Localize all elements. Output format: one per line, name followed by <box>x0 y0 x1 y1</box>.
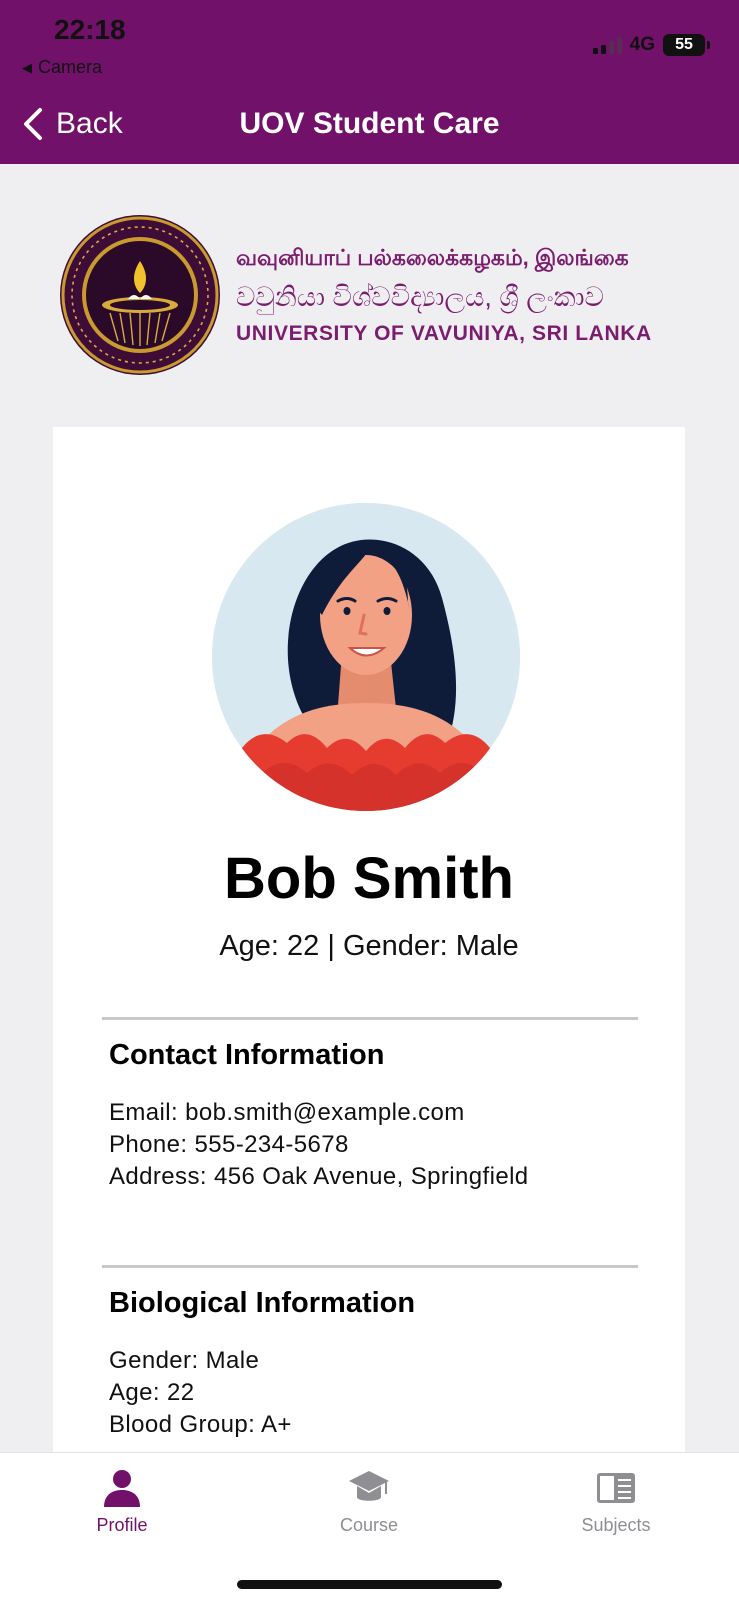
tab-course[interactable]: Course <box>299 1467 439 1547</box>
student-name: Bob Smith <box>224 846 514 911</box>
age-gender-summary: Age: 22 | Gender: Male <box>219 930 519 962</box>
bottom-tab-bar: Profile Course Subjects <box>0 1452 739 1600</box>
network-type: 4G <box>629 34 655 55</box>
status-indicators: 4G 55 <box>592 34 710 56</box>
contact-email: Email: bob.smith@example.com <box>109 1099 465 1126</box>
section-divider <box>102 1265 638 1268</box>
chevron-left-icon <box>24 108 42 140</box>
university-banner: வவுனியாப் பல்கலைக்கழகம், இலங்கை වවුනියා … <box>58 213 652 377</box>
home-indicator[interactable] <box>237 1580 502 1589</box>
bio-age: Age: 22 <box>109 1379 195 1406</box>
avatar <box>212 503 520 811</box>
contact-section-title: Contact Information <box>109 1039 385 1071</box>
book-icon <box>597 1473 635 1503</box>
logo-english-text: UNIVERSITY OF VAVUNIYA, SRI LANKA <box>236 321 652 345</box>
graduation-cap-icon <box>349 1471 389 1501</box>
profile-illustration <box>212 503 520 811</box>
battery-icon: 55 <box>663 34 710 56</box>
signal-strength-icon <box>592 36 622 54</box>
return-app-label: Camera <box>38 57 103 77</box>
contact-phone: Phone: 555-234-5678 <box>109 1131 349 1158</box>
section-divider <box>102 1017 638 1020</box>
tab-subjects[interactable]: Subjects <box>546 1467 686 1547</box>
app-header: 22:18 ◀ Camera 4G 55 Back UOV Student Ca… <box>0 0 739 164</box>
back-triangle-icon: ◀ <box>22 59 32 75</box>
logo-sinhala-text: වවුනියා විශ්වවිද්‍යාලය, ශ්‍රී ලංකාව <box>236 281 604 312</box>
tab-course-label: Course <box>339 1515 399 1535</box>
tab-profile[interactable]: Profile <box>52 1467 192 1547</box>
tab-subjects-label: Subjects <box>581 1515 651 1535</box>
profile-card: Bob Smith Age: 22 | Gender: Male Contact… <box>53 427 685 1457</box>
status-time: 22:18 <box>54 14 126 45</box>
tab-profile-label: Profile <box>96 1515 148 1535</box>
return-to-app-link[interactable]: ◀ Camera <box>22 57 102 78</box>
back-button[interactable]: Back <box>22 104 123 144</box>
contact-address: Address: 456 Oak Avenue, Springfield <box>109 1163 529 1190</box>
bio-gender: Gender: Male <box>109 1347 260 1374</box>
back-label: Back <box>56 107 123 140</box>
logo-tamil-text: வவுனியாப் பல்கலைக்கழகம், இலங்கை <box>236 244 629 270</box>
biological-section-title: Biological Information <box>109 1287 416 1319</box>
university-seal-logo <box>60 215 220 375</box>
bio-blood-group: Blood Group: A+ <box>109 1411 292 1438</box>
person-icon <box>104 1470 140 1507</box>
